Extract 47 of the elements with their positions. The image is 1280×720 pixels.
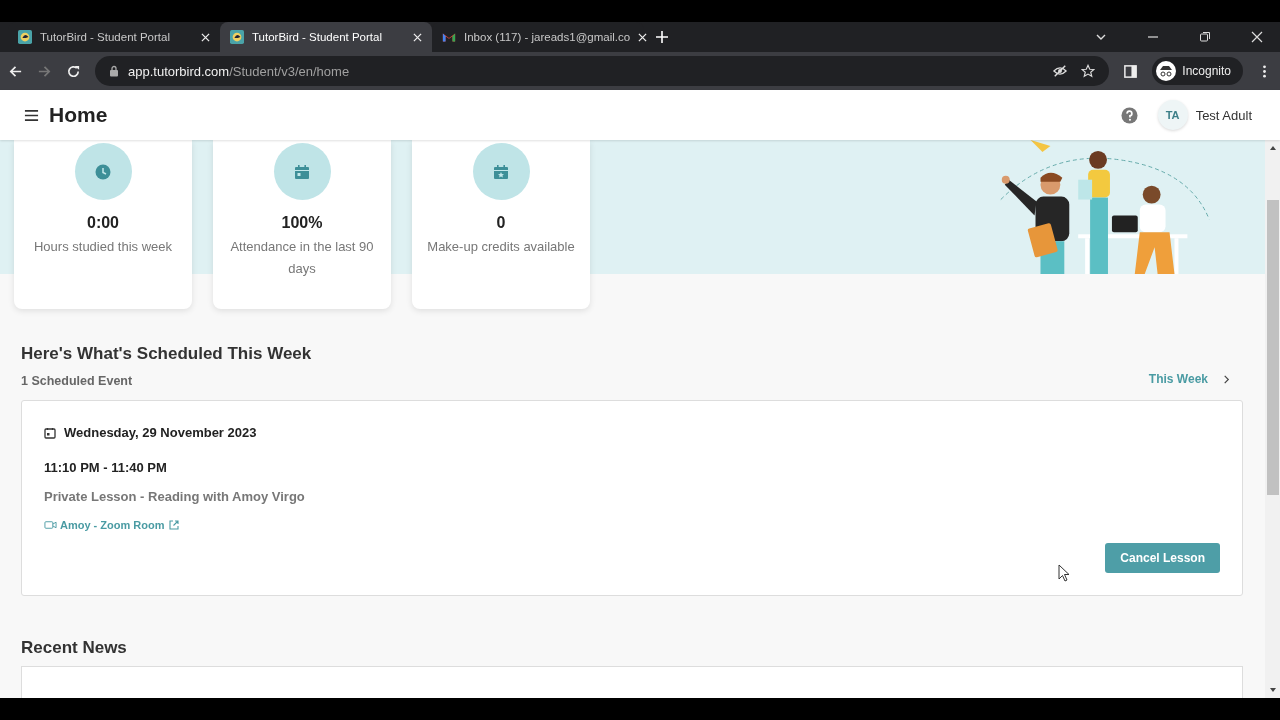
- user-name[interactable]: Test Adult: [1195, 107, 1252, 123]
- bird-logo-icon: [230, 30, 244, 44]
- incognito-icon: [1156, 61, 1177, 81]
- external-link-icon: [167, 519, 180, 531]
- new-tab-icon[interactable]: [656, 31, 668, 43]
- event-time: 11:10 PM - 11:40 PM: [44, 460, 168, 475]
- browser-tab[interactable]: TutorBird - Student Portal: [220, 22, 432, 52]
- url-path: /Student/v3/en/home: [229, 63, 350, 79]
- close-icon[interactable]: [201, 32, 210, 42]
- star-icon[interactable]: [1081, 64, 1096, 78]
- eye-off-icon[interactable]: [1053, 64, 1068, 78]
- stat-label: Attendance in the last 90 days: [229, 238, 375, 278]
- chevron-right-icon[interactable]: [1222, 375, 1231, 384]
- stat-label: Make-up credits available: [427, 238, 575, 256]
- lock-icon: [109, 65, 119, 77]
- event-count: 1 Scheduled Event: [21, 374, 134, 388]
- event-title: Private Lesson - Reading with Amoy Virgo: [44, 489, 306, 504]
- scrollbar[interactable]: [1265, 140, 1280, 698]
- menu-icon[interactable]: [24, 107, 39, 123]
- video-camera-icon: [44, 520, 57, 530]
- stat-value: 100%: [281, 214, 323, 232]
- stat-label: Hours studied this week: [34, 238, 172, 256]
- calendar-icon: [294, 163, 310, 180]
- close-icon[interactable]: [413, 32, 422, 42]
- stat-value: 0:00: [87, 214, 119, 232]
- help-icon[interactable]: [1120, 106, 1138, 124]
- event-date: Wednesday, 29 November 2023: [64, 425, 257, 440]
- scroll-up-icon[interactable]: [1268, 145, 1277, 151]
- section-title: Recent News: [21, 638, 128, 658]
- stat-value: 0: [496, 214, 506, 232]
- cursor-icon: [1058, 564, 1070, 582]
- scroll-down-icon[interactable]: [1268, 687, 1277, 693]
- profile-button[interactable]: Incognito: [1152, 57, 1243, 85]
- bird-logo-icon: [18, 30, 32, 44]
- user-avatar[interactable]: TA: [1157, 100, 1188, 130]
- scroll-thumb[interactable]: [1266, 200, 1279, 495]
- restore-icon[interactable]: [1199, 31, 1211, 43]
- reload-icon[interactable]: [66, 63, 81, 79]
- close-icon[interactable]: [638, 32, 648, 42]
- close-icon[interactable]: [1251, 31, 1263, 43]
- url-host: app.tutorbird.com: [128, 63, 230, 79]
- page-title: Home: [49, 103, 108, 127]
- section-title: Here's What's Scheduled This Week: [21, 344, 313, 364]
- address-bar[interactable]: app.tutorbird.com/Student/v3/en/home: [95, 56, 1110, 86]
- clock-icon: [95, 163, 111, 180]
- side-panel-icon[interactable]: [1123, 63, 1139, 79]
- calendar-icon: [44, 426, 56, 439]
